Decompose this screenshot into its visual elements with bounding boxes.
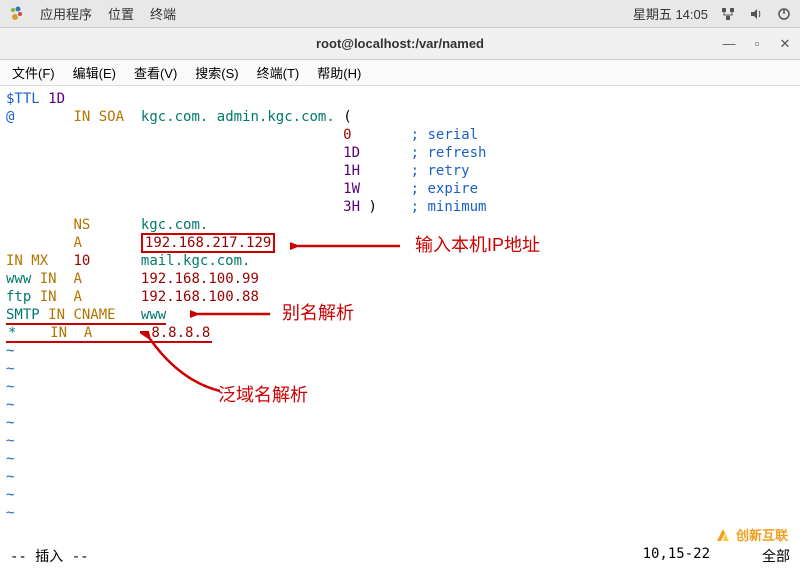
watermark: 创新互联 (714, 525, 788, 544)
desktop-taskbar: 应用程序 位置 终端 星期五 14:05 (0, 0, 800, 28)
zone-file-text: $TTL 1D @ IN SOA kgc.com. admin.kgc.com.… (6, 90, 794, 522)
annotation-alias-label: 别名解析 (282, 304, 354, 322)
annotation-wildcard-label: 泛域名解析 (218, 386, 308, 404)
menu-file[interactable]: 文件(F) (6, 61, 61, 84)
watermark-text: 创新互联 (736, 525, 788, 544)
taskbar-places[interactable]: 位置 (108, 4, 134, 23)
gnome-logo-icon (8, 6, 24, 22)
menu-search[interactable]: 搜索(S) (189, 61, 244, 84)
volume-icon[interactable] (748, 6, 764, 22)
terminal-content[interactable]: $TTL 1D @ IN SOA kgc.com. admin.kgc.com.… (0, 86, 800, 526)
highlight-ip: 192.168.217.129 (141, 233, 275, 253)
terminal-menubar: 文件(F) 编辑(E) 查看(V) 搜索(S) 终端(T) 帮助(H) (0, 60, 800, 86)
menu-help[interactable]: 帮助(H) (311, 61, 367, 84)
menu-terminal[interactable]: 终端(T) (251, 61, 306, 84)
menu-view[interactable]: 查看(V) (128, 61, 183, 84)
maximize-button[interactable]: ▫ (750, 37, 764, 51)
vim-position: 10,15-22 (590, 546, 710, 568)
vim-mode: -- 插入 -- (10, 546, 590, 568)
window-title: root@localhost:/var/named (316, 36, 484, 51)
taskbar-applications[interactable]: 应用程序 (40, 4, 92, 23)
vim-scroll: 全部 (710, 546, 790, 568)
menu-edit[interactable]: 编辑(E) (67, 61, 122, 84)
power-icon[interactable] (776, 6, 792, 22)
taskbar-terminal[interactable]: 终端 (150, 4, 176, 23)
window-titlebar[interactable]: root@localhost:/var/named — ▫ ✕ (0, 28, 800, 60)
annotation-ip-label: 输入本机IP地址 (415, 236, 540, 254)
taskbar-clock[interactable]: 星期五 14:05 (633, 4, 708, 23)
highlight-wildcard: * IN A 8.8.8.8 (6, 325, 212, 343)
minimize-button[interactable]: — (722, 37, 736, 51)
vim-statusbar: -- 插入 -- 10,15-22 全部 (0, 546, 800, 568)
network-icon[interactable] (720, 6, 736, 22)
highlight-cname: SMTP IN CNAME www (6, 307, 166, 325)
close-button[interactable]: ✕ (778, 37, 792, 51)
